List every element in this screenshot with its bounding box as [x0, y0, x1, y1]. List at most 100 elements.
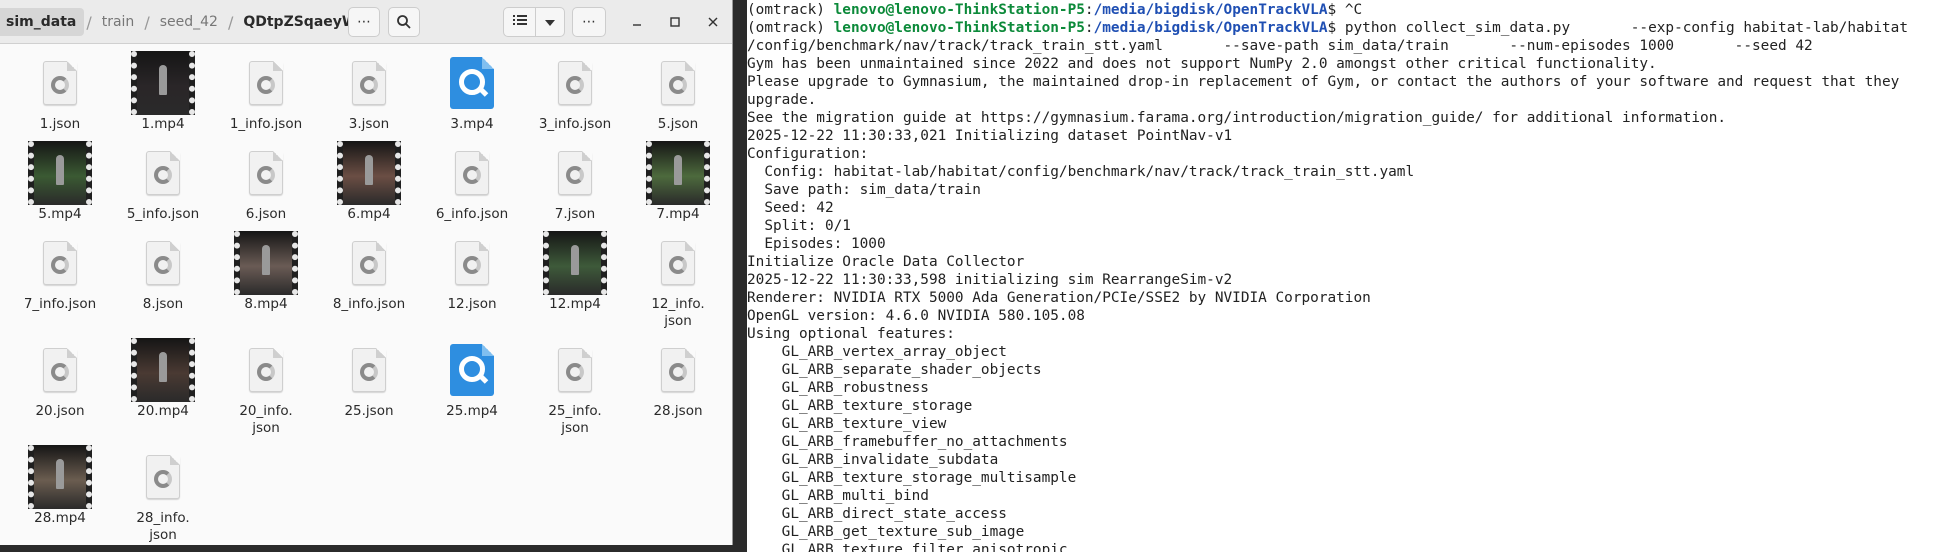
person-silhouette	[159, 65, 167, 95]
breadcrumb-separator: /	[86, 12, 92, 32]
terminal-line: Please upgrade to Gymnasium, the maintai…	[747, 74, 1900, 90]
file-name-label: 6_info.json	[435, 206, 509, 222]
terminal-line: Renderer: NVIDIA RTX 5000 Ada Generation…	[747, 290, 1371, 306]
video-frame	[34, 445, 86, 509]
terminal-window[interactable]: (omtrack) lenovo@lenovo-ThinkStation-P5:…	[747, 0, 1942, 552]
json-file-icon	[336, 230, 402, 296]
video-frame	[34, 141, 86, 205]
json-file-icon	[233, 337, 299, 403]
file-item[interactable]: 5.json	[628, 50, 728, 140]
terminal-line: GL_ARB_texture_storage_multisample	[747, 470, 1077, 486]
file-name-label: 8_info.json	[332, 296, 406, 312]
person-silhouette	[365, 155, 373, 185]
file-item[interactable]: 3_info.json	[525, 50, 625, 140]
file-item[interactable]: 28.mp4	[10, 444, 110, 534]
search-icon	[397, 15, 411, 29]
file-item[interactable]: 1_info.json	[216, 50, 316, 140]
terminal-line: Using optional features:	[747, 326, 955, 342]
breadcrumb-item-train[interactable]: train	[94, 8, 143, 36]
json-file-icon	[27, 230, 93, 296]
maximize-icon	[670, 17, 680, 27]
video-thumbnail	[27, 444, 93, 510]
list-view-button[interactable]	[504, 14, 535, 30]
terminal-line: Configuration:	[747, 146, 869, 162]
file-item[interactable]: 25_info. json	[525, 337, 625, 436]
json-document-icon	[558, 151, 592, 195]
file-item[interactable]: 28.json	[628, 337, 728, 427]
video-thumbnail	[542, 230, 608, 296]
file-item[interactable]: 3.json	[319, 50, 419, 140]
file-item[interactable]: 12_info. json	[628, 230, 728, 329]
json-ring-glyph	[566, 363, 584, 381]
file-name-label: 5.json	[657, 116, 699, 132]
view-options-dropdown[interactable]	[536, 14, 564, 30]
file-item[interactable]: 8.json	[113, 230, 213, 320]
terminal-line: Config: habitat-lab/habitat/config/bench…	[747, 164, 1415, 180]
json-document-icon	[661, 348, 695, 392]
terminal-line: OpenGL version: 4.6.0 NVIDIA 580.105.08	[747, 308, 1085, 324]
file-item[interactable]: 6.json	[216, 140, 316, 230]
file-item[interactable]: 20_info. json	[216, 337, 316, 436]
terminal-line: (omtrack) lenovo@lenovo-ThinkStation-P5:…	[747, 19, 1942, 37]
file-item[interactable]: 1.mp4	[113, 50, 213, 140]
file-item[interactable]: 25.json	[319, 337, 419, 427]
file-item[interactable]: 12.json	[422, 230, 522, 320]
file-item[interactable]: 20.mp4	[113, 337, 213, 427]
json-document-icon	[43, 61, 77, 105]
video-thumbnail	[645, 140, 711, 206]
film-strip-icon	[646, 141, 710, 205]
json-file-icon	[542, 50, 608, 116]
breadcrumb-item-sim-data[interactable]: sim_data	[0, 8, 85, 36]
file-item[interactable]: 1.json	[10, 50, 110, 140]
file-item[interactable]: 6_info.json	[422, 140, 522, 230]
json-document-icon	[249, 61, 283, 105]
json-document-icon	[558, 61, 592, 105]
file-item[interactable]: 28_info. json	[113, 444, 213, 543]
file-item[interactable]: 7.mp4	[628, 140, 728, 230]
quicktime-q-tail	[477, 86, 489, 97]
prompt-user-host: lenovo@lenovo-ThinkStation-P5	[833, 2, 1085, 18]
film-strip-icon	[131, 338, 195, 402]
file-name-label: 1.json	[39, 116, 81, 132]
terminal-line: GL_ARB_direct_state_access	[747, 506, 1007, 522]
path-more-button[interactable]: ⋯	[348, 7, 380, 37]
prompt-path: /media/bigdisk/OpenTrackVLA	[1093, 2, 1328, 18]
minimize-button[interactable]	[623, 8, 651, 36]
close-button[interactable]	[699, 8, 727, 36]
json-document-icon	[661, 61, 695, 105]
terminal-line: GL_ARB_get_texture_sub_image	[747, 524, 1025, 540]
file-item[interactable]: 7_info.json	[10, 230, 110, 320]
json-document-icon	[455, 151, 489, 195]
file-item[interactable]: 6.mp4	[319, 140, 419, 230]
terminal-line: GL_ARB_invalidate_subdata	[747, 452, 999, 468]
film-strip-icon	[131, 51, 195, 115]
file-item[interactable]: 3.mp4	[422, 50, 522, 140]
breadcrumb-separator: /	[227, 12, 234, 32]
file-item[interactable]: 5_info.json	[113, 140, 213, 230]
json-document-icon	[558, 348, 592, 392]
file-item[interactable]: 25.mp4	[422, 337, 522, 427]
video-frame	[549, 231, 601, 295]
file-name-label: 25.mp4	[446, 403, 498, 419]
file-item[interactable]: 8_info.json	[319, 230, 419, 320]
terminal-line: GL_ARB_vertex_array_object	[747, 344, 1007, 360]
file-item[interactable]: 20.json	[10, 337, 110, 427]
maximize-button[interactable]	[661, 8, 689, 36]
search-button[interactable]	[388, 7, 420, 37]
video-thumbnail	[233, 230, 299, 296]
json-ring-glyph	[669, 363, 687, 381]
view-toggle-group	[503, 7, 565, 37]
breadcrumb-item-seed[interactable]: seed_42	[152, 8, 226, 36]
video-thumbnail	[130, 337, 196, 403]
video-thumbnail	[27, 140, 93, 206]
file-item[interactable]: 8.mp4	[216, 230, 316, 320]
breadcrumb-item-current[interactable]: QDtpZSqaeyW	[235, 8, 365, 36]
json-ring-glyph	[154, 470, 172, 488]
file-item[interactable]: 7.json	[525, 140, 625, 230]
file-item[interactable]: 12.mp4	[525, 230, 625, 320]
terminal-line: Gym has been unmaintained since 2022 and…	[747, 56, 1657, 72]
video-frame	[343, 141, 395, 205]
file-item[interactable]: 5.mp4	[10, 140, 110, 230]
main-menu-button[interactable]: ⋯	[572, 7, 606, 37]
file-name-label: 7.json	[554, 206, 596, 222]
